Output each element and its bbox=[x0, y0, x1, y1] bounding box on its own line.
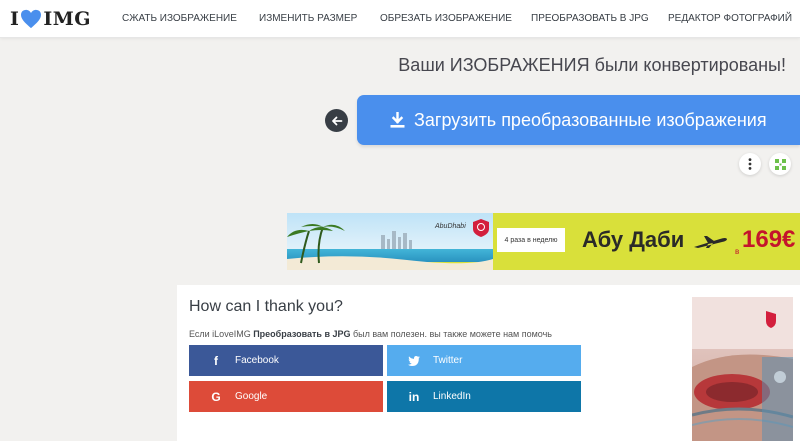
more-vertical-icon bbox=[748, 158, 752, 170]
facebook-icon: f bbox=[214, 353, 218, 368]
logo-text-i: I bbox=[10, 8, 20, 30]
download-converted-button[interactable]: Загрузить преобразованные изображения bbox=[357, 95, 800, 145]
ad-city-name: Абу Даби bbox=[582, 227, 685, 252]
twitter-share-button[interactable]: Twitter bbox=[387, 345, 581, 376]
page-title: Ваши ИЗОБРАЖЕНИЯ были конвертированы! bbox=[398, 55, 786, 75]
side-ad-image[interactable] bbox=[692, 297, 793, 441]
nav-compress-image[interactable]: СЖАТЬ ИЗОБРАЖЕНИЕ bbox=[122, 0, 237, 38]
top-nav: I IMG СЖАТЬ ИЗОБРАЖЕНИЕ ИЗМЕНИТЬ РАЗМЕР … bbox=[0, 0, 800, 38]
logo-text-img: IMG bbox=[43, 8, 92, 30]
help-text-prefix: Если iLoveIMG bbox=[189, 329, 254, 339]
twitter-icon bbox=[399, 355, 429, 366]
nav-convert-to-jpg[interactable]: ПРЕОБРАЗОВАТЬ В JPG bbox=[531, 0, 649, 38]
abudhabi-seal-logo bbox=[473, 219, 489, 237]
linkedin-icon: in bbox=[408, 389, 420, 404]
ad-price: 169€ bbox=[742, 226, 796, 253]
nav-crop-image[interactable]: ОБРЕЗАТЬ ИЗОБРАЖЕНИЕ bbox=[380, 0, 512, 38]
more-options-button[interactable] bbox=[739, 153, 761, 175]
back-button[interactable] bbox=[325, 109, 348, 132]
beach-skyline-image bbox=[287, 213, 493, 270]
google-label: Google bbox=[235, 391, 268, 402]
aerial-city-image bbox=[692, 297, 793, 441]
arrow-left-icon bbox=[331, 116, 342, 125]
nav-photo-editor[interactable]: РЕДАКТОР ФОТОГРАФИЙ bbox=[668, 0, 792, 38]
iloveimg-logo[interactable]: I IMG bbox=[10, 7, 91, 31]
ad-banner[interactable]: AbuDhabi 4 раза в неделю Абу Даби в 169€ bbox=[287, 213, 800, 270]
download-label: Загрузить преобразованные изображения bbox=[414, 109, 767, 130]
help-text-suffix: был вам полезен. вы также можете нам пом… bbox=[350, 329, 552, 339]
ad-frequency-label: 4 раза в неделю bbox=[497, 228, 565, 252]
facebook-share-button[interactable]: f Facebook bbox=[189, 345, 383, 376]
google-icon: G bbox=[211, 389, 221, 404]
google-share-button[interactable]: G Google bbox=[189, 381, 383, 412]
airplane-icon bbox=[694, 236, 727, 248]
nav-resize-image[interactable]: ИЗМЕНИТЬ РАЗМЕР bbox=[259, 0, 357, 38]
thank-you-title: How can I thank you? bbox=[189, 298, 343, 315]
download-icon bbox=[390, 111, 405, 128]
help-text-tool: Преобразовать в JPG bbox=[253, 329, 351, 339]
linkedin-share-button[interactable]: in LinkedIn bbox=[387, 381, 581, 412]
qr-icon bbox=[774, 158, 786, 170]
linkedin-label: LinkedIn bbox=[433, 391, 471, 402]
heart-icon bbox=[21, 9, 42, 29]
ad-price-prefix: в bbox=[735, 247, 740, 256]
ad-brand-text: AbuDhabi bbox=[435, 223, 466, 230]
twitter-label: Twitter bbox=[433, 355, 463, 366]
qr-code-button[interactable] bbox=[769, 153, 791, 175]
help-text: Если iLoveIMG Преобразовать в JPG был ва… bbox=[189, 329, 552, 339]
facebook-label: Facebook bbox=[235, 355, 279, 366]
